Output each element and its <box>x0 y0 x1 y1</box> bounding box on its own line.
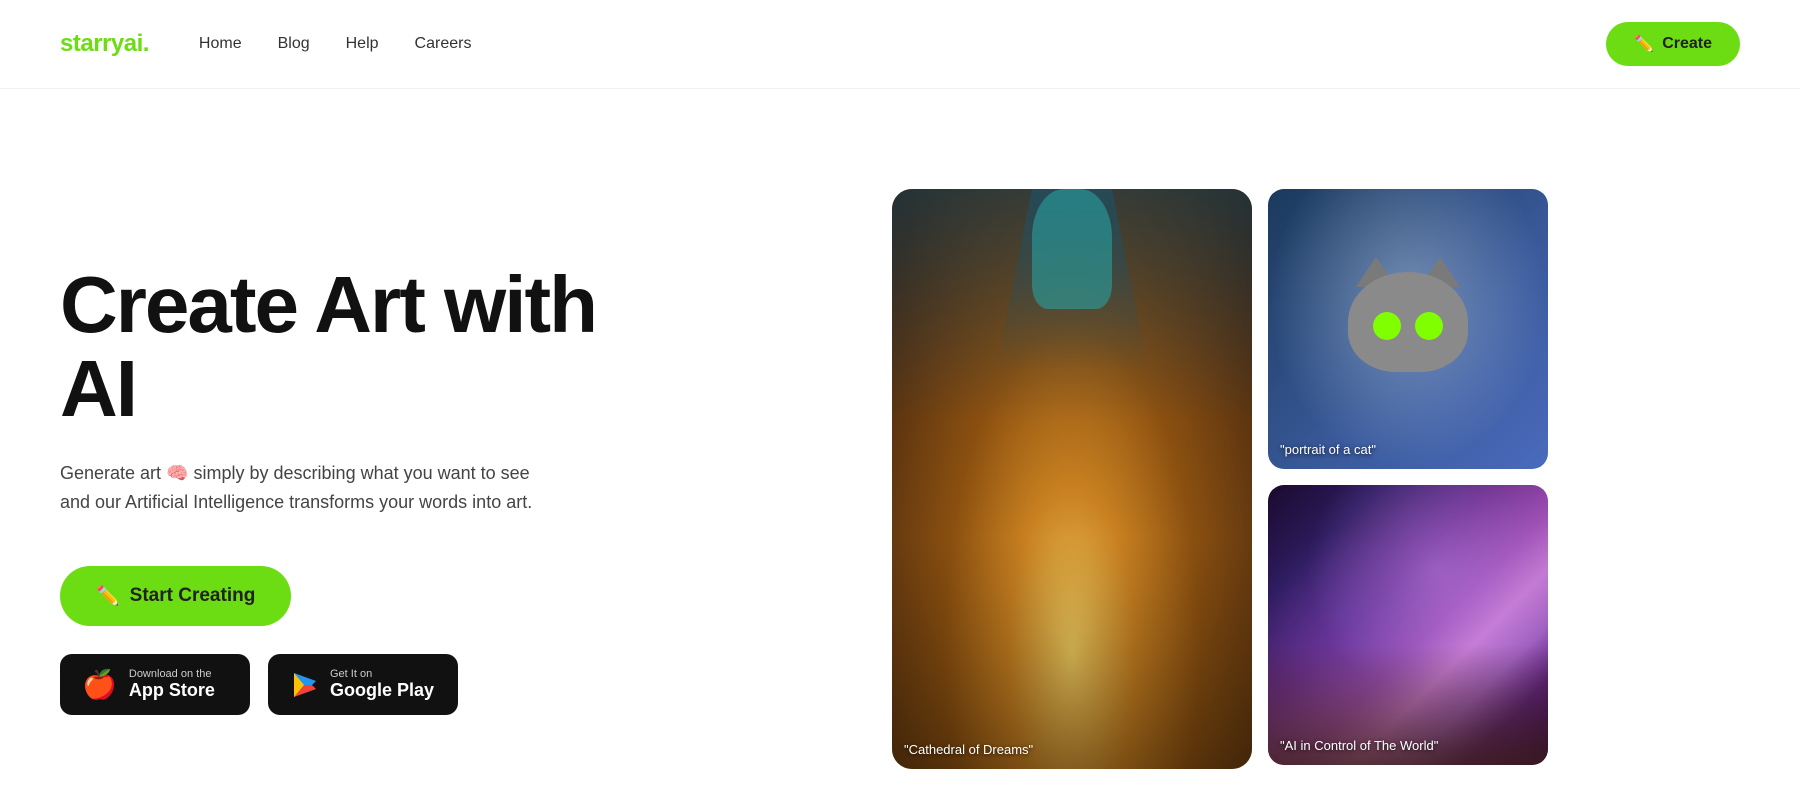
google-play-icon <box>290 671 318 699</box>
cat-face <box>1338 252 1478 392</box>
logo-dot: . <box>143 30 149 57</box>
store-buttons: 🍎 Download on the App Store Get It o <box>60 654 620 715</box>
app-store-large-label: App Store <box>129 680 215 701</box>
cathedral-image: "Cathedral of Dreams" <box>892 189 1252 769</box>
cathedral-caption: "Cathedral of Dreams" <box>904 742 1033 757</box>
cat-caption: "portrait of a cat" <box>1280 442 1376 457</box>
create-label: Create <box>1662 35 1712 53</box>
subtitle-prefix: Generate art <box>60 463 161 483</box>
cat-head <box>1348 272 1468 372</box>
start-pencil-icon: ✏️ <box>96 584 120 608</box>
google-play-small-label: Get It on <box>330 668 434 680</box>
app-store-button[interactable]: 🍎 Download on the App Store <box>60 654 250 715</box>
google-play-large-label: Google Play <box>330 680 434 701</box>
nav-home[interactable]: Home <box>199 35 242 53</box>
main-nav: Home Blog Help Careers <box>199 35 472 53</box>
art-grid: "Cathedral of Dreams" <box>892 189 1548 769</box>
cathedral-detail <box>892 189 1252 769</box>
google-play-button[interactable]: Get It on Google Play <box>268 654 458 715</box>
galaxy-image: "AI in Control of The World" <box>1268 485 1548 765</box>
start-creating-button[interactable]: ✏️ Start Creating <box>60 566 291 626</box>
header-create-button[interactable]: ✏️ Create <box>1606 22 1740 66</box>
galaxy-caption: "AI in Control of The World" <box>1280 738 1438 753</box>
hero-subtitle: Generate art 🧠 simply by describing what… <box>60 459 540 517</box>
app-store-text: Download on the App Store <box>129 668 215 701</box>
pencil-icon: ✏️ <box>1634 34 1654 54</box>
galaxy-art-bg <box>1268 485 1548 765</box>
apple-icon: 🍎 <box>82 668 117 701</box>
cat-eye-right <box>1415 312 1443 340</box>
nav-help[interactable]: Help <box>346 35 379 53</box>
cathedral-art-bg <box>892 189 1252 769</box>
brain-emoji: 🧠 <box>166 459 188 488</box>
cat-art-bg <box>1268 189 1548 469</box>
nav-careers[interactable]: Careers <box>415 35 472 53</box>
hero-left: Create Art with AI Generate art 🧠 simply… <box>60 243 620 716</box>
logo: starryai. <box>60 30 149 58</box>
start-creating-label: Start Creating <box>130 585 256 607</box>
cat-eye-left <box>1373 312 1401 340</box>
hero-right: "Cathedral of Dreams" <box>700 169 1740 789</box>
logo-text: starryai <box>60 30 143 57</box>
google-play-text: Get It on Google Play <box>330 668 434 701</box>
cat-image: "portrait of a cat" <box>1268 189 1548 469</box>
hero-title: Create Art with AI <box>60 263 620 431</box>
nav-blog[interactable]: Blog <box>278 35 310 53</box>
app-store-small-label: Download on the <box>129 668 215 680</box>
art-col-right: "portrait of a cat" "AI in Control of Th… <box>1268 189 1548 765</box>
